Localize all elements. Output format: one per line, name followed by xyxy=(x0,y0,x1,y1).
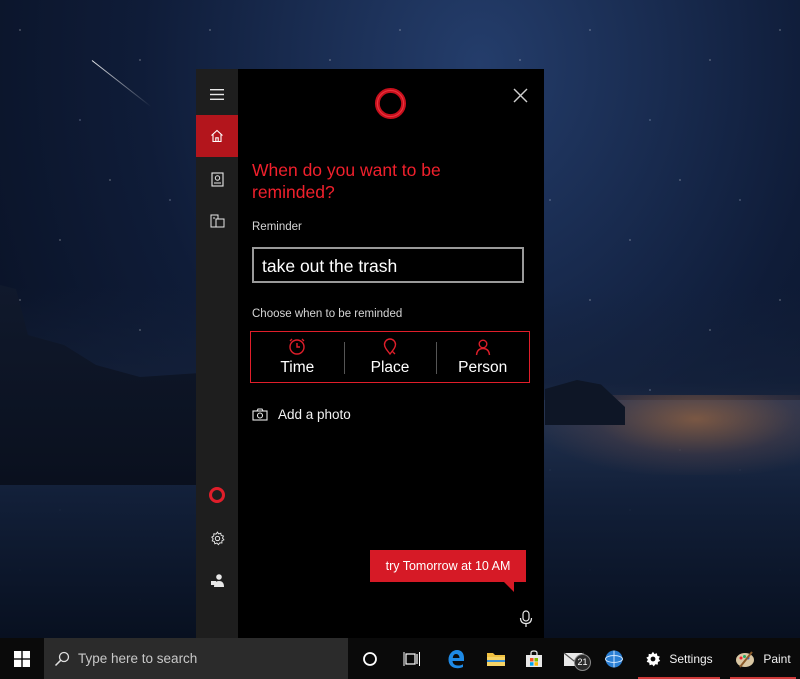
cortana-panel: When do you want to be reminded? Reminde… xyxy=(196,69,544,638)
place-option-label: Place xyxy=(370,359,410,376)
taskbar-settings-button[interactable]: Settings xyxy=(634,638,724,679)
store-button[interactable] xyxy=(514,638,554,679)
folder-icon xyxy=(487,652,505,666)
cortana-content: When do you want to be reminded? Reminde… xyxy=(238,69,544,638)
file-explorer-button[interactable] xyxy=(476,638,516,679)
close-icon xyxy=(513,88,527,102)
person-icon xyxy=(475,339,490,356)
microphone-icon[interactable] xyxy=(518,610,534,628)
sidebar-item-devices[interactable] xyxy=(196,200,238,242)
person-option[interactable]: Person xyxy=(436,332,529,382)
add-photo-button[interactable]: Add a photo xyxy=(252,404,351,424)
paint-palette-icon xyxy=(736,650,755,668)
network-app-button[interactable] xyxy=(594,638,634,679)
reminder-question: When do you want to be reminded? xyxy=(252,160,441,202)
task-view-icon xyxy=(403,651,420,666)
time-option-label: Time xyxy=(280,359,315,376)
sidebar-item-cortana[interactable] xyxy=(196,474,238,516)
search-placeholder: Type here to search xyxy=(78,651,198,666)
cortana-logo-icon xyxy=(374,87,407,120)
home-icon xyxy=(211,129,223,143)
hamburger-menu-button[interactable] xyxy=(196,73,238,115)
reminder-label: Reminder xyxy=(252,221,302,233)
globe-app-icon xyxy=(605,650,623,667)
person-option-label: Person xyxy=(458,359,508,376)
taskbar: Type here to search Settings Paint xyxy=(0,638,800,679)
clock-icon xyxy=(289,338,306,355)
time-option[interactable]: Time xyxy=(251,332,344,382)
camera-icon xyxy=(252,407,268,421)
taskbar-paint-label: Paint xyxy=(763,651,791,666)
suggestion-bubble[interactable]: try Tomorrow at 10 AM xyxy=(370,550,526,592)
taskbar-search-box[interactable]: Type here to search xyxy=(44,638,348,679)
task-view-button[interactable] xyxy=(392,638,432,679)
start-button[interactable] xyxy=(0,638,44,679)
search-icon xyxy=(54,651,70,666)
sidebar-item-settings[interactable] xyxy=(196,517,238,559)
devices-icon xyxy=(210,214,224,228)
gear-icon xyxy=(210,530,225,545)
cortana-sidebar xyxy=(196,69,238,638)
sidebar-item-feedback[interactable] xyxy=(196,559,238,601)
edge-browser-button[interactable] xyxy=(436,638,476,679)
cortana-circle-icon xyxy=(363,651,377,666)
notebook-icon xyxy=(210,171,224,187)
feedback-icon xyxy=(210,573,224,587)
reminder-input[interactable]: take out the trash xyxy=(252,247,524,283)
edge-icon xyxy=(448,649,464,668)
add-photo-label: Add a photo xyxy=(278,406,351,422)
store-bag-icon xyxy=(526,649,542,667)
cortana-icon xyxy=(209,487,225,503)
cortana-taskbar-button[interactable] xyxy=(350,638,390,679)
settings-gear-icon xyxy=(646,651,661,666)
close-button[interactable] xyxy=(508,83,532,107)
taskbar-paint-button[interactable]: Paint xyxy=(726,638,800,679)
hamburger-icon xyxy=(210,88,224,100)
sidebar-item-home[interactable] xyxy=(196,115,238,157)
location-pin-icon xyxy=(383,338,397,356)
windows-logo-icon xyxy=(14,650,30,667)
choose-when-label: Choose when to be reminded xyxy=(252,308,403,320)
mail-unread-badge: 21 xyxy=(574,654,591,671)
sidebar-item-notebook[interactable] xyxy=(196,158,238,200)
reminder-type-selector: Time Place Person xyxy=(250,331,530,383)
taskbar-settings-label: Settings xyxy=(669,651,713,666)
place-option[interactable]: Place xyxy=(343,332,437,382)
